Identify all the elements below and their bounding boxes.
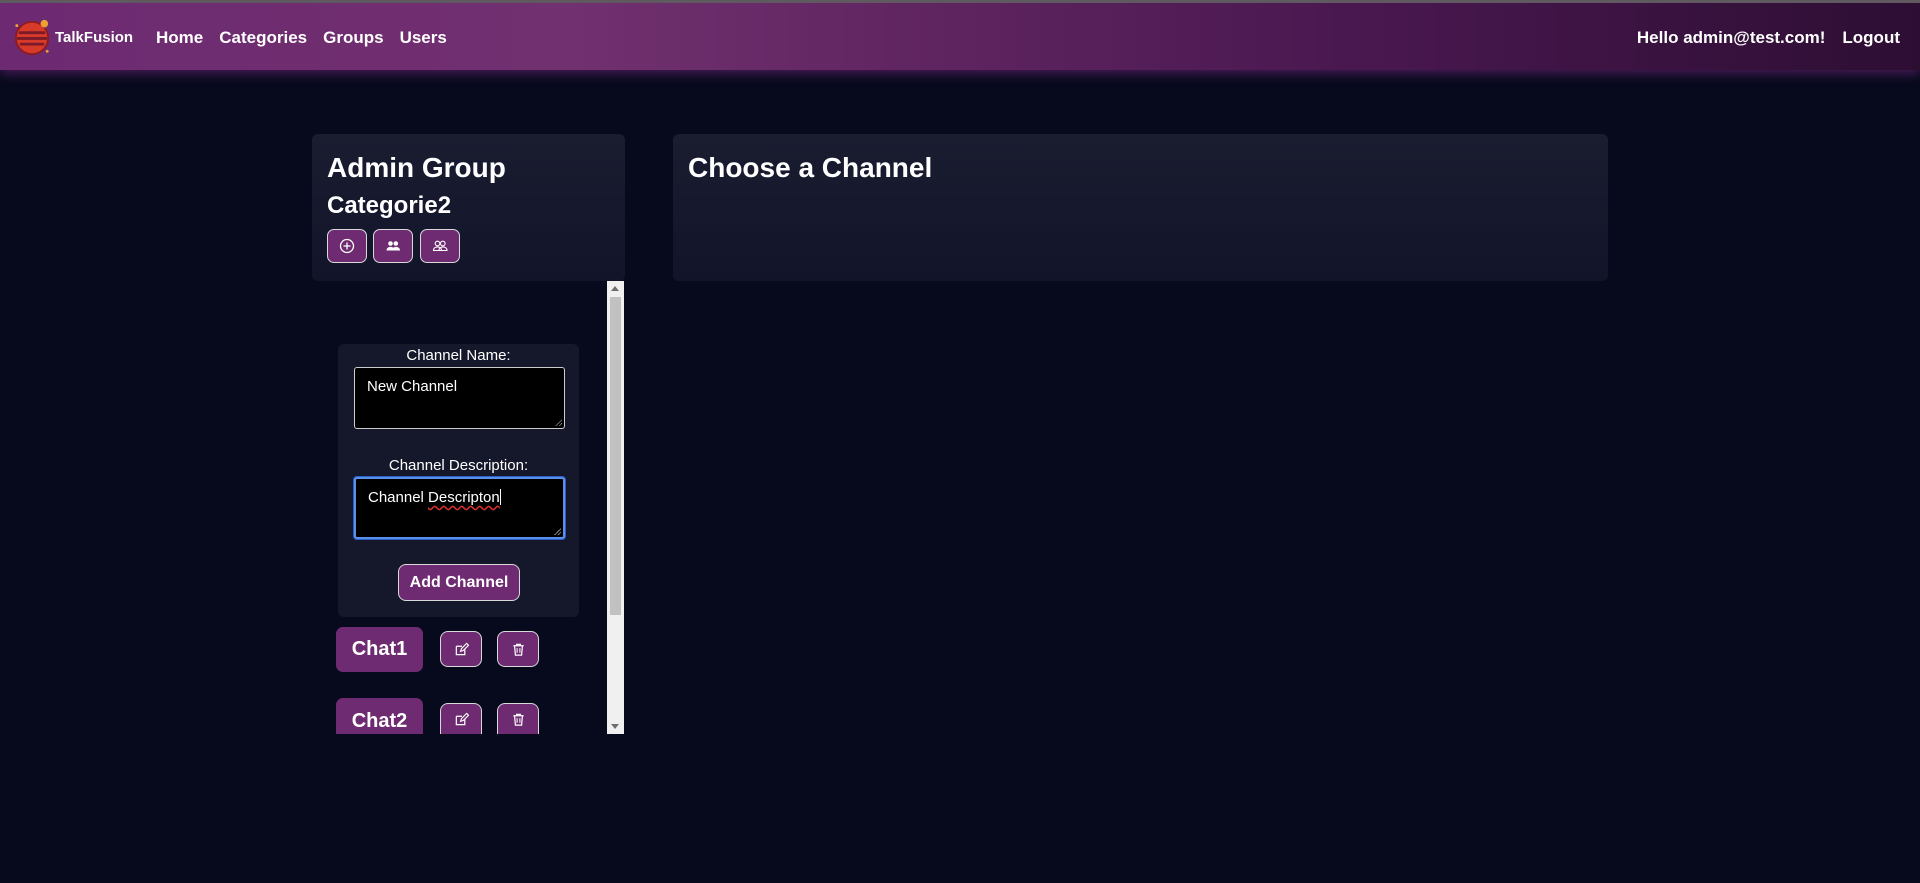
channel-title: Choose a Channel [688,152,933,183]
user-greeting: Hello admin@test.com! [1636,28,1826,47]
channel-description-field[interactable]: Channel Descripton [354,477,565,539]
resize-handle-icon[interactable] [555,419,562,426]
add-channel-button[interactable]: Add Channel [398,564,520,601]
scrollbar-thumb[interactable] [610,297,621,615]
edit-icon [455,642,469,655]
group-title: Admin Group [327,152,506,183]
talkfusion-logo-icon[interactable] [13,18,51,56]
trash-icon [512,713,524,726]
edit-channel-button[interactable] [440,631,482,667]
category-title: Categorie2 [327,192,452,219]
trash-icon [512,643,524,656]
channel-panel: Choose a Channel [673,134,1608,281]
nav-link-home[interactable]: Home [156,28,203,48]
group-users-icon [432,240,448,252]
channel-button-chat1[interactable]: Chat1 [336,627,423,672]
plus-circle-icon [339,238,355,254]
brand-name[interactable]: TalkFusion [55,29,133,46]
group-header-panel: Admin Group Categorie2 [312,134,625,281]
nav-link-categories[interactable]: Categories [219,28,307,48]
users-icon [386,241,400,251]
members-button[interactable] [373,229,413,263]
channel-name-value: New Channel [367,378,458,395]
edit-channel-button[interactable] [440,703,482,734]
channel-name-field[interactable]: New Channel [354,367,565,429]
nav-links: Home Categories Groups Users [156,28,447,48]
text-caret [499,489,501,505]
nav-link-groups[interactable]: Groups [323,28,383,48]
channel-description-value-prefix: Channel [368,489,429,506]
channel-list-scrollbar[interactable] [607,281,624,734]
scroll-up-arrow-icon[interactable] [611,286,619,291]
logout-link[interactable]: Logout [1842,28,1900,48]
scroll-down-arrow-icon[interactable] [611,724,619,729]
edit-icon [455,712,469,725]
channel-button-chat2[interactable]: Chat2 [336,698,423,734]
channel-description-label: Channel Description: [388,457,529,474]
delete-channel-button[interactable] [497,703,539,734]
delete-channel-button[interactable] [497,631,539,667]
channel-description-misspelled-word: Descripton [428,489,500,506]
nav-user-area: Hello admin@test.com! Logout [1637,28,1900,48]
resize-handle-icon[interactable] [554,528,561,535]
top-navbar: TalkFusion Home Categories Groups Users … [0,3,1920,70]
add-channel-form: Channel Name: New Channel Channel Descri… [338,344,579,617]
add-channel-toggle-button[interactable] [327,229,367,263]
channel-name-label: Channel Name: [406,347,511,364]
nav-link-users[interactable]: Users [400,28,447,48]
manage-users-button[interactable] [420,229,460,263]
